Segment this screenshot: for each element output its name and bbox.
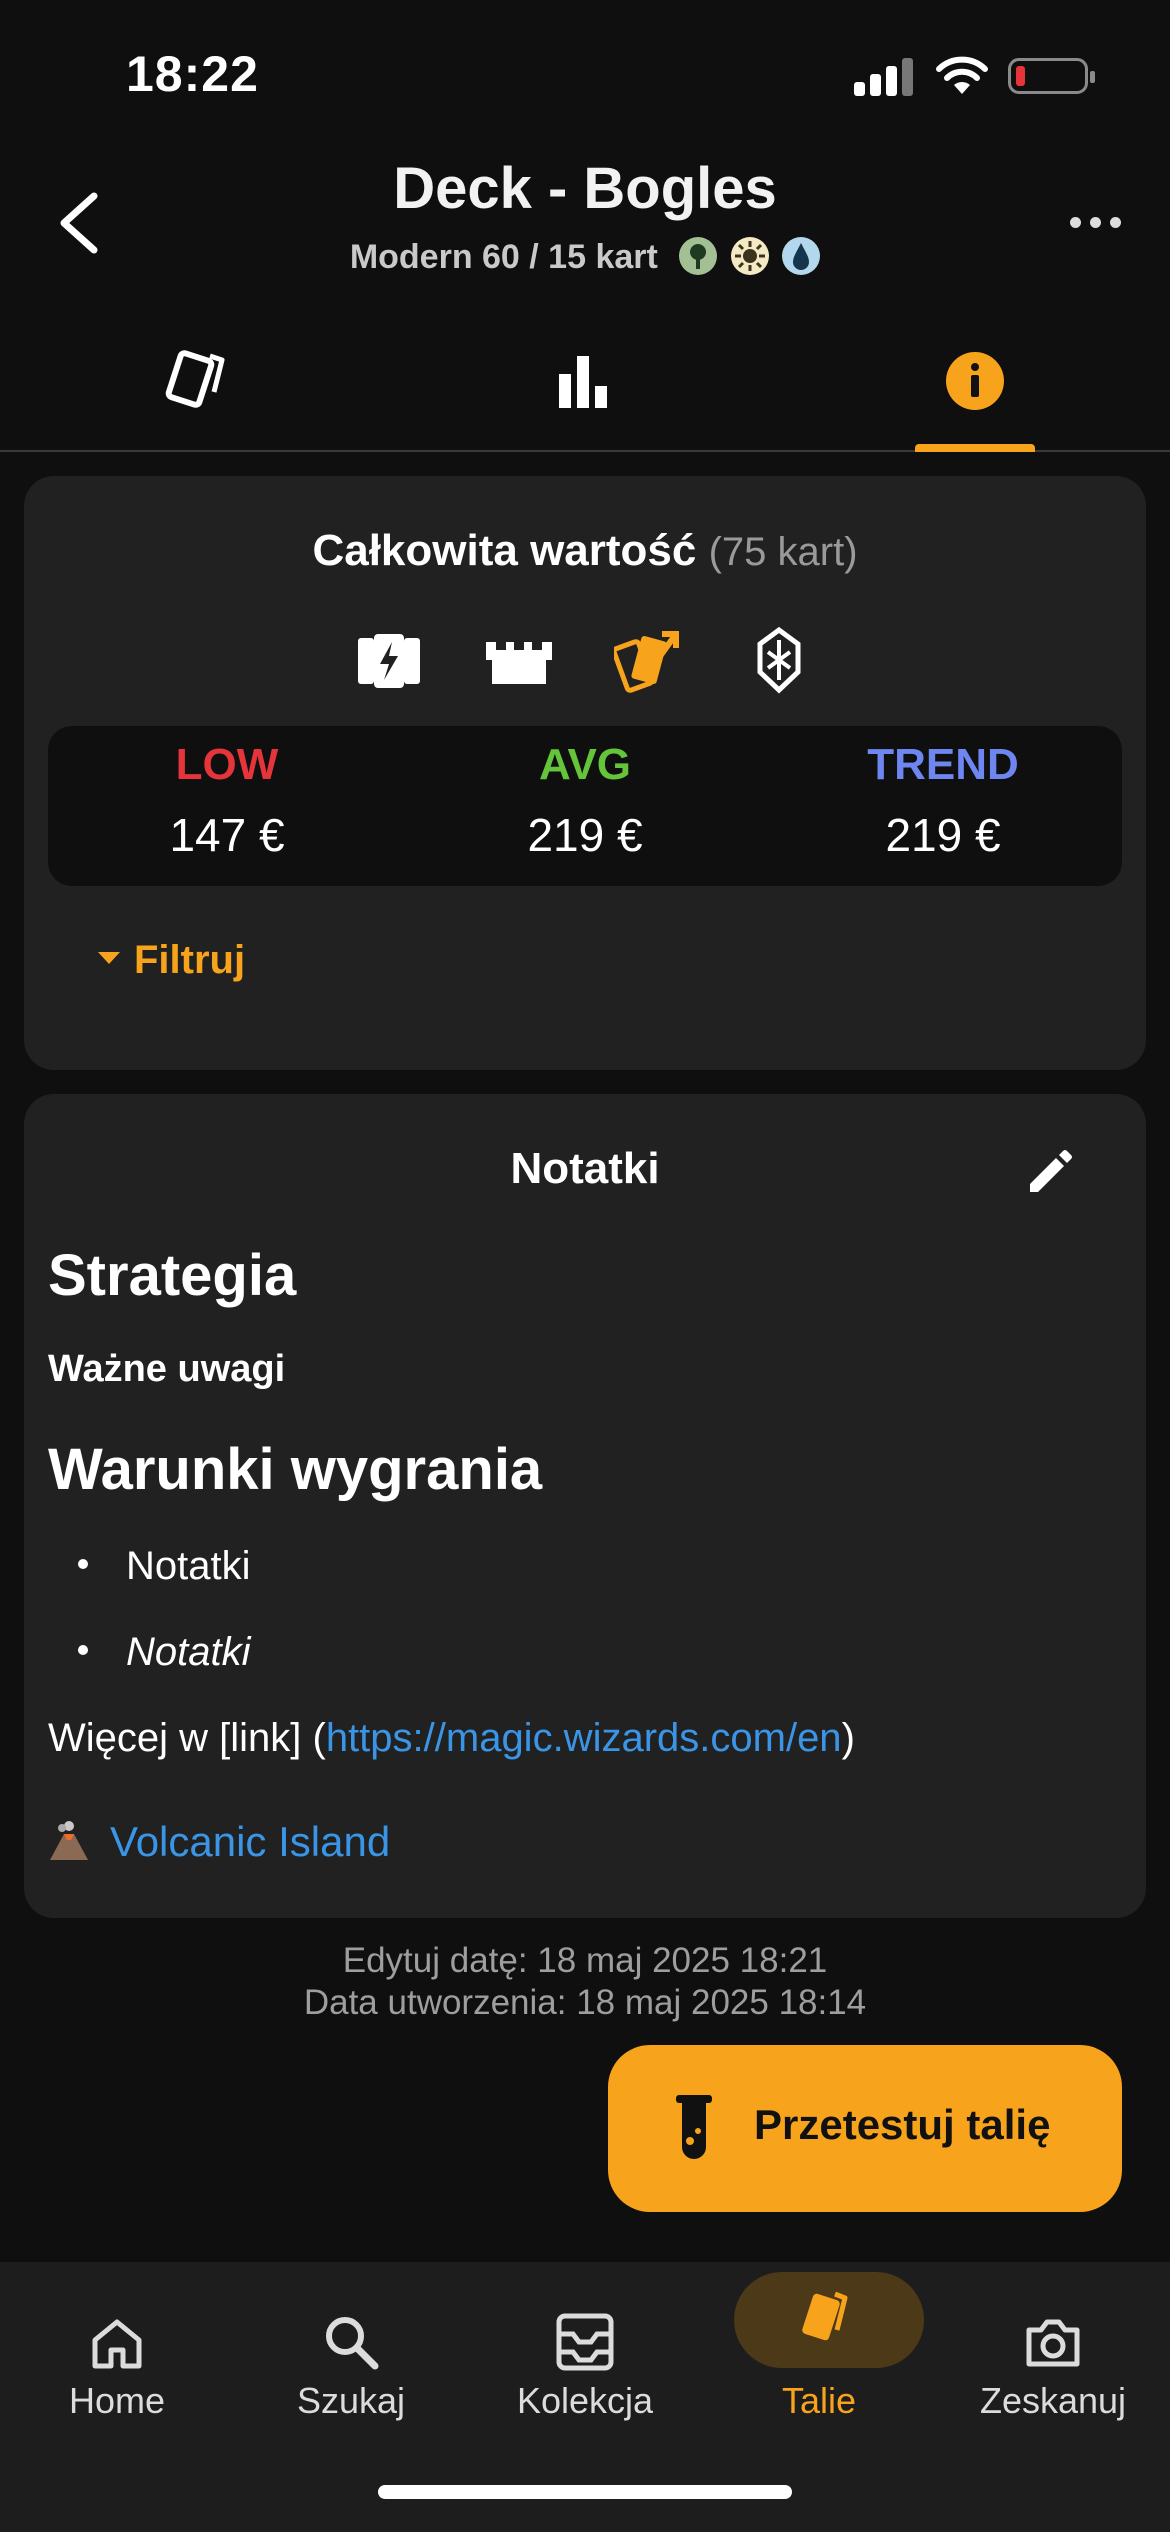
price-summary: LOW 147 € AVG 219 € TREND 219 € [48, 726, 1122, 886]
tab-statistics[interactable] [390, 310, 780, 450]
card-reference-link[interactable]: Volcanic Island [48, 1818, 390, 1866]
signal-icon [854, 56, 914, 96]
test-tube-icon [676, 2095, 712, 2159]
notes-bold-text: Ważne uwagi [48, 1348, 286, 1390]
total-value-title: Całkowita wartość [312, 526, 697, 575]
price-low-label: LOW [175, 740, 279, 789]
price-trend: TREND 219 € [764, 726, 1122, 886]
total-value-heading: Całkowita wartość (75 kart) [24, 526, 1146, 576]
price-avg-value: 219 € [527, 809, 643, 861]
notes-more-line: Więcej w [link] (https://magic.wizards.c… [48, 1716, 855, 1761]
nav-home[interactable]: Home [0, 2262, 234, 2462]
test-deck-button[interactable]: Przetestuj talię [608, 2045, 1122, 2212]
nav-scan[interactable]: Zeskanuj [936, 2262, 1170, 2462]
filter-label: Filtruj [134, 938, 246, 982]
card-reference-label: Volcanic Island [110, 1818, 391, 1865]
camera-icon [1026, 2319, 1080, 2367]
home-icon [92, 2319, 142, 2369]
page-title: Deck - Bogles [393, 156, 777, 221]
tcg-player-icon[interactable] [484, 626, 554, 696]
battery-icon [1008, 58, 1095, 94]
price-avg: AVG 219 € [406, 726, 764, 886]
notes-external-link[interactable]: https://magic.wizards.com/en [326, 1716, 842, 1760]
price-avg-label: AVG [538, 740, 632, 789]
status-time: 18:22 [126, 46, 259, 102]
list-item-text: Notatki [126, 1544, 251, 1588]
notes-heading-strategy: Strategia [48, 1243, 297, 1308]
test-deck-label: Przetestuj talię [754, 2101, 1051, 2148]
caret-down-icon [98, 952, 120, 965]
deck-dates: Edytuj datę: 18 maj 2025 18:21 Data utwo… [0, 1940, 1170, 2024]
collection-icon [556, 2313, 614, 2371]
nav-search-label: Szukaj [296, 2380, 406, 2421]
edit-pencil-icon[interactable] [1024, 1148, 1074, 1198]
deck-tabs [0, 310, 1170, 452]
card-kingdom-icon[interactable] [614, 626, 684, 696]
total-value-count: (75 kart) [708, 530, 858, 574]
cards-icon [165, 350, 225, 408]
total-value-card: Całkowita wartość (75 kart) LOW 147 € AV… [24, 476, 1146, 1070]
deck-format-count: Modern 60 / 15 kart [349, 238, 658, 276]
mtgo-icon[interactable] [744, 626, 814, 696]
bar-chart-icon [559, 356, 607, 408]
nav-collection[interactable]: Kolekcja [468, 2262, 702, 2462]
notes-more-suffix: ) [841, 1716, 855, 1760]
nav-search[interactable]: Szukaj [234, 2262, 468, 2462]
more-options-icon[interactable] [1070, 212, 1122, 232]
notes-card: Notatki Strategia Ważne uwagi Warunki wy… [24, 1094, 1146, 1918]
card-market-icon[interactable] [354, 626, 424, 696]
tab-cards[interactable] [0, 310, 390, 450]
active-tab-indicator [915, 444, 1035, 452]
volcano-icon [50, 1820, 88, 1860]
info-icon [946, 352, 1004, 410]
price-trend-value: 219 € [885, 809, 1001, 861]
notes-more-prefix: Więcej w [link] ( [48, 1716, 326, 1760]
list-item: Notatki [48, 1630, 251, 1675]
notes-title: Notatki [510, 1144, 660, 1193]
created-date: Data utworzenia: 18 maj 2025 18:14 [303, 1983, 867, 2022]
price-trend-label: TREND [867, 740, 1019, 789]
price-low-value: 147 € [169, 809, 285, 861]
decks-icon [802, 2291, 848, 2341]
nav-collection-label: Kolekcja [516, 2380, 654, 2421]
status-bar: 18:22 [0, 0, 1170, 150]
mana-green-icon [679, 237, 718, 276]
filter-toggle[interactable]: Filtruj [98, 938, 245, 983]
notes-heading-win-conditions: Warunki wygrania [48, 1437, 543, 1502]
nav-decks-label: Talie [781, 2380, 857, 2421]
nav-decks[interactable]: Talie [702, 2262, 936, 2462]
edited-date: Edytuj datę: 18 maj 2025 18:21 [342, 1941, 828, 1980]
mana-blue-icon [782, 237, 821, 276]
mana-white-icon [730, 237, 769, 276]
list-item: Notatki [48, 1544, 251, 1589]
price-source-selector [24, 626, 1146, 696]
price-low: LOW 147 € [48, 726, 406, 886]
wifi-icon [936, 56, 988, 94]
home-indicator [378, 2485, 792, 2499]
nav-home-label: Home [68, 2380, 166, 2421]
deck-subtitle: Modern 60 / 15 kart [0, 237, 1170, 278]
search-icon [326, 2317, 379, 2370]
nav-scan-label: Zeskanuj [979, 2380, 1127, 2421]
list-item-text: Notatki [126, 1630, 251, 1674]
tab-info[interactable] [780, 310, 1170, 452]
